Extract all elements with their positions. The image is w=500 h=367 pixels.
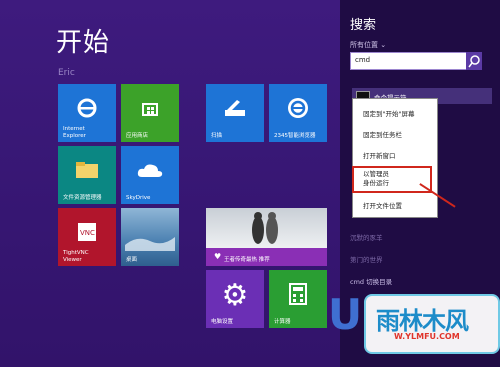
watermark-box: 雨林木风 W.YLMFU.COM xyxy=(364,294,500,354)
ie-icon xyxy=(76,97,98,123)
tile-label: SkyDrive xyxy=(126,194,151,201)
menu-item-pin-start[interactable]: 固定到"开始"屏幕 xyxy=(363,108,414,118)
tile-internet-explorer[interactable]: Internet Explorer xyxy=(58,84,116,142)
tile-label: 桌面 xyxy=(126,256,138,263)
svg-text:VNC: VNC xyxy=(80,229,95,237)
tile-pc-settings[interactable]: ⚙ 电脑设置 xyxy=(206,270,264,328)
start-title: 开始 xyxy=(56,28,111,58)
list-item[interactable]: 沉默的豕羊 xyxy=(350,232,383,242)
list-item[interactable]: 第门的世界 xyxy=(350,254,383,264)
watermark-url: W.YLMFU.COM xyxy=(394,332,460,341)
heart-icon: ♥ xyxy=(214,252,222,261)
scanner-icon xyxy=(223,98,247,122)
tile-file-explorer[interactable]: 文件资源管理器 xyxy=(58,146,116,204)
search-scope-label: 所有位置 xyxy=(350,41,378,49)
watermark-logo: U 雨林木风 W.YLMFU.COM xyxy=(328,290,500,360)
calculator-icon xyxy=(289,282,307,309)
highlight-box xyxy=(352,166,432,193)
chevron-down-icon: ⌄ xyxy=(380,41,387,49)
watermark-title: 雨林木风 xyxy=(376,307,469,335)
tile-label: 扫描 xyxy=(211,132,223,139)
search-scope-dropdown[interactable]: 所有位置 ⌄ xyxy=(350,40,386,50)
tile-label: 王者传奇最热 推荐 xyxy=(224,256,270,263)
tile-2345-browser[interactable]: 2345智能浏览器 xyxy=(269,84,327,142)
user-name: Eric xyxy=(58,68,75,78)
tile-label: TightVNC Viewer xyxy=(63,250,89,263)
menu-item-open-new-window[interactable]: 打开新窗口 xyxy=(363,150,396,160)
tile-store[interactable]: 应用商店 xyxy=(121,84,179,142)
browser-e-icon xyxy=(287,97,309,123)
menu-item-open-file-location[interactable]: 打开文件位置 xyxy=(363,200,402,210)
store-icon xyxy=(141,99,159,121)
tile-scan[interactable]: 扫描 xyxy=(206,84,264,142)
tile-label: 2345智能浏览器 xyxy=(274,132,316,139)
search-icon xyxy=(468,55,480,68)
search-input-value: cmd xyxy=(355,56,371,64)
tile-label: Internet Explorer xyxy=(63,126,86,139)
start-screen: 开始 Eric Internet Explorer 应用商店 文件资源管理器 S… xyxy=(0,0,340,367)
search-heading: 搜索 xyxy=(350,18,377,33)
tile-calculator[interactable]: 计算器 xyxy=(269,270,327,328)
gear-icon: ⚙ xyxy=(221,277,249,313)
menu-item-pin-taskbar[interactable]: 固定到任务栏 xyxy=(363,129,402,139)
vnc-icon: VNC xyxy=(77,222,97,246)
tile-label: 电脑设置 xyxy=(211,318,234,325)
watermark-letter: U xyxy=(328,290,363,339)
search-input[interactable]: cmd xyxy=(350,52,480,70)
cloud-icon xyxy=(136,162,164,182)
media-photo xyxy=(206,208,327,248)
tile-desktop[interactable]: 桌面 xyxy=(121,208,179,266)
tile-label: 文件资源管理器 xyxy=(63,194,102,201)
tile-label: 计算器 xyxy=(274,318,291,325)
search-button[interactable] xyxy=(466,52,482,70)
context-menu: 固定到"开始"屏幕 固定到任务栏 打开新窗口 以管理员 身份运行 打开文件位置 xyxy=(352,98,438,218)
tile-label: 应用商店 xyxy=(126,132,149,139)
desktop-icon xyxy=(125,231,175,255)
tile-skydrive[interactable]: SkyDrive xyxy=(121,146,179,204)
tile-media[interactable]: ♥ 王者传奇最热 推荐 xyxy=(206,208,327,266)
list-item[interactable]: cmd 切换目录 xyxy=(350,276,392,286)
tile-tightvnc[interactable]: VNC TightVNC Viewer xyxy=(58,208,116,266)
folder-icon xyxy=(75,161,99,183)
